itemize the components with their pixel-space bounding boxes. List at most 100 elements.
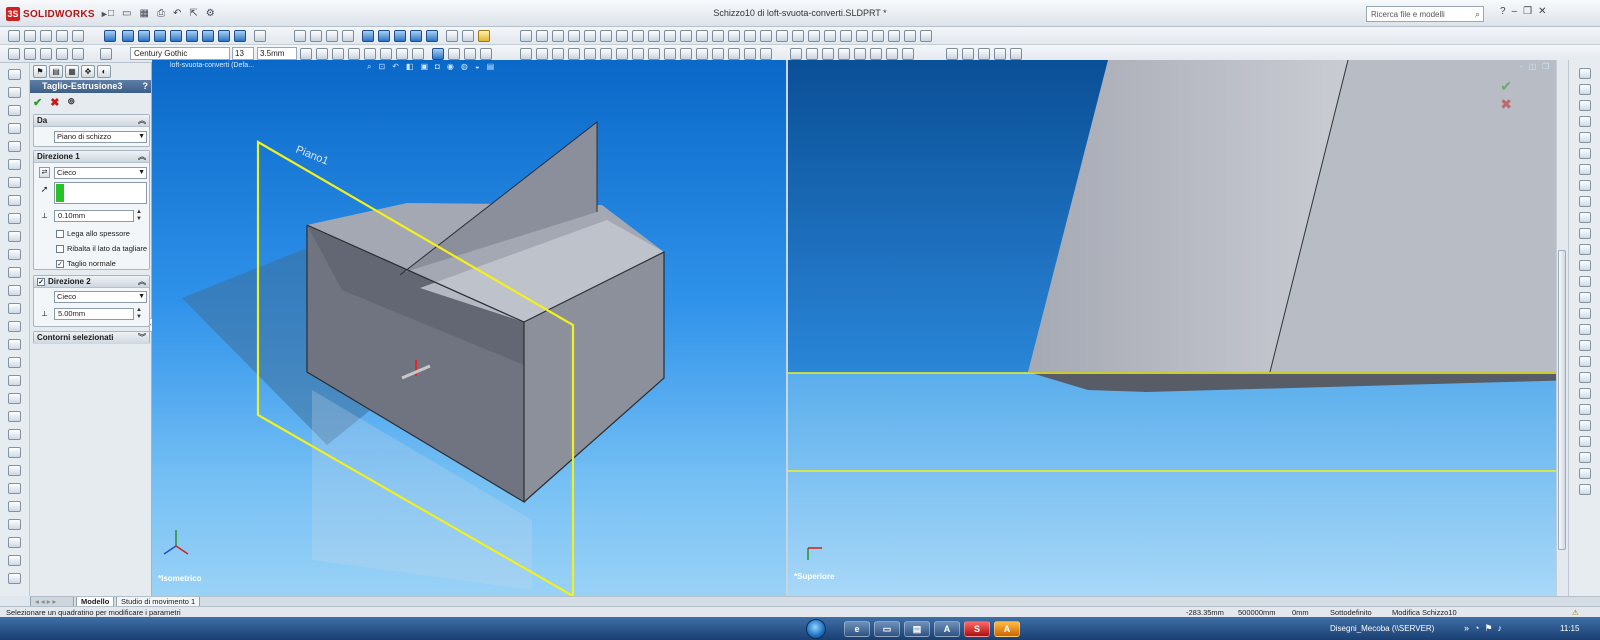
underline-icon[interactable]	[332, 48, 344, 60]
relations-icon[interactable]	[680, 30, 692, 42]
depth2-input[interactable]: 5.00mm	[54, 308, 134, 320]
custom-properties-icon[interactable]	[1579, 164, 1591, 175]
depth2-spinner[interactable]: ▲ ▼	[136, 307, 142, 321]
check-sketch-icon[interactable]	[902, 48, 914, 60]
font-family-select[interactable]: Century Gothic	[130, 47, 230, 60]
depth1-spinner[interactable]: ▲ ▼	[136, 209, 142, 223]
display-style-hud-icon[interactable]: ◘	[435, 62, 440, 72]
scene-icon[interactable]	[462, 30, 474, 42]
italic-icon[interactable]	[316, 48, 328, 60]
sketch-fillet-icon[interactable]	[520, 48, 532, 60]
zoom-area-hud-icon[interactable]: ⊡	[378, 62, 385, 72]
zoom-area-icon[interactable]	[310, 30, 322, 42]
viewport-isometric[interactable]: Piano1 loft-svuota-converti (Defa... ⌕ ⊡…	[152, 60, 786, 596]
add-relation-icon[interactable]	[806, 48, 818, 60]
intersect-icon[interactable]	[8, 537, 21, 548]
color-display-icon[interactable]	[100, 48, 112, 60]
revolve-icon[interactable]	[122, 30, 134, 42]
tray-network-icon[interactable]: ◔	[1474, 623, 1479, 634]
layer-icon[interactable]	[8, 48, 20, 60]
move-pane-icon[interactable]	[1579, 420, 1591, 431]
confirm-corner-cancel-icon[interactable]: ✖	[1500, 96, 1512, 113]
text-tool-icon[interactable]	[568, 48, 580, 60]
split-line-icon[interactable]	[856, 30, 868, 42]
trim-tool-icon[interactable]	[8, 339, 21, 350]
search-input[interactable]: Ricerca file e modelli ⌕	[1366, 6, 1484, 22]
viewport-top[interactable]: ▫ ◫ ❐ ✕ ✔ ✖ *Superiore	[788, 60, 1580, 596]
sketches-icon[interactable]	[632, 30, 644, 42]
direction-selection-box[interactable]	[54, 182, 147, 204]
lights-toggle-icon[interactable]	[696, 30, 708, 42]
scene-hud-icon[interactable]: ◒	[475, 62, 480, 72]
slot-icon[interactable]	[632, 48, 644, 60]
dimxpert-icon[interactable]	[962, 48, 974, 60]
polygon-tool-icon[interactable]	[8, 231, 21, 242]
taskbar-solidworks-icon[interactable]: S	[964, 621, 990, 637]
offset-icon[interactable]	[888, 30, 900, 42]
scrollbar-thumb[interactable]	[1558, 250, 1566, 550]
point-icon[interactable]	[8, 249, 21, 260]
restore-icon[interactable]: ❐	[1523, 6, 1532, 17]
taskbar-autocad-icon[interactable]: A	[994, 621, 1020, 637]
extrude-icon[interactable]	[104, 30, 116, 42]
ellipse-icon[interactable]	[664, 48, 676, 60]
relation-tool-icon[interactable]	[8, 483, 21, 494]
direction2-header[interactable]: ✓ Direzione 2 ︽	[34, 276, 149, 288]
align-right-icon[interactable]	[396, 48, 408, 60]
tray-flag-icon[interactable]: ⚑	[1484, 623, 1492, 634]
cancel-x-icon[interactable]: ✖	[50, 96, 59, 109]
close-icon[interactable]: ✕	[1538, 6, 1546, 17]
curves-icon[interactable]	[600, 30, 612, 42]
points-icon[interactable]	[616, 30, 628, 42]
ellipse-pane-icon[interactable]	[1579, 276, 1591, 287]
repair-sketch-icon[interactable]	[838, 48, 850, 60]
view-orient-hud-icon[interactable]: ▣	[420, 62, 428, 72]
face-curves-icon[interactable]	[8, 555, 21, 566]
view-front-icon[interactable]	[138, 30, 150, 42]
linear-pattern-icon[interactable]	[744, 48, 756, 60]
view-settings-hud-icon[interactable]: ▤	[487, 62, 495, 72]
text-pane-icon[interactable]	[1579, 356, 1591, 367]
line-icon[interactable]	[8, 105, 21, 116]
align-left-icon[interactable]	[364, 48, 376, 60]
taskbar-folder-icon[interactable]: ▤	[904, 621, 930, 637]
feature-manager-tab[interactable]: ⚑	[33, 65, 47, 78]
layers-icon[interactable]	[946, 48, 958, 60]
text-format-icon[interactable]	[448, 48, 460, 60]
view-iso-icon[interactable]	[234, 30, 246, 42]
note-icon[interactable]	[480, 48, 492, 60]
trim-icon[interactable]	[904, 30, 916, 42]
tray-network-label[interactable]: Disegni_Mecoba (\\SERVER)	[1330, 624, 1434, 633]
search-icon[interactable]: ⌕	[1475, 9, 1480, 20]
viewport-tile-icon[interactable]: ◫	[1529, 62, 1537, 71]
expand-chevron-icon[interactable]: ︾	[138, 332, 146, 344]
view-left-icon[interactable]	[170, 30, 182, 42]
design-library-icon[interactable]	[1579, 84, 1591, 95]
view-orientation-icon[interactable]	[254, 30, 266, 42]
direction1-header[interactable]: Direzione 1 ︽	[34, 151, 149, 163]
checkbox[interactable]	[56, 244, 64, 253]
taskbar-ie-icon[interactable]: e	[844, 621, 870, 637]
line-color-icon[interactable]	[24, 48, 36, 60]
text-icon[interactable]	[8, 267, 21, 278]
rapid-sketch-icon[interactable]	[870, 48, 882, 60]
convert-tool-icon[interactable]	[8, 519, 21, 530]
help-button[interactable]: ?	[143, 80, 149, 93]
parabola-icon[interactable]	[680, 48, 692, 60]
taskbar-app-a-icon[interactable]: A	[934, 621, 960, 637]
move-tool-icon[interactable]	[8, 393, 21, 404]
sketch-tool-icon[interactable]	[8, 30, 20, 42]
mirror-tool-icon[interactable]	[8, 303, 21, 314]
collapse-chevron-icon[interactable]: ︽	[138, 151, 146, 163]
wireframe-icon[interactable]	[394, 30, 406, 42]
axes-icon[interactable]	[552, 30, 564, 42]
segment-icon[interactable]	[8, 573, 21, 584]
circular-pattern-icon[interactable]	[760, 48, 772, 60]
surface-finish-icon[interactable]	[1010, 48, 1022, 60]
extend-tool-icon[interactable]	[8, 357, 21, 368]
display-style-icon[interactable]	[362, 30, 374, 42]
hide-show-hud-icon[interactable]: ◉	[447, 62, 454, 72]
centerline-pane-icon[interactable]	[1579, 340, 1591, 351]
offset-pane-icon[interactable]	[1579, 388, 1591, 399]
text-height-input[interactable]: 3.5mm	[257, 47, 297, 60]
